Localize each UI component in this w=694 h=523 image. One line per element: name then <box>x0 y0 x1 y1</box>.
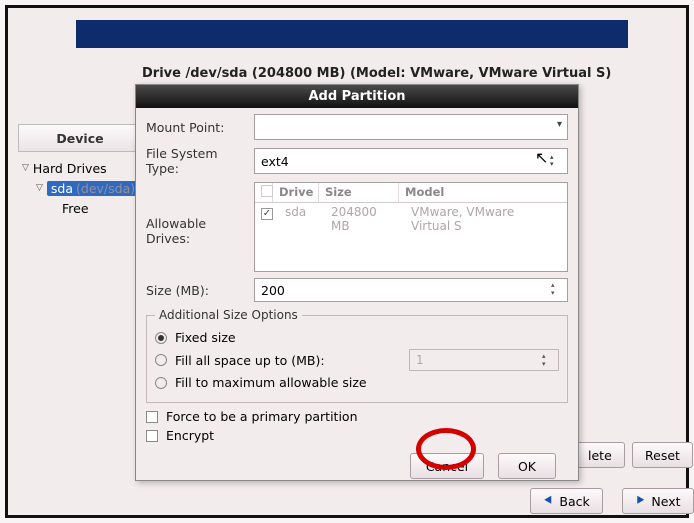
size-mb-label: Size (MB): <box>146 283 254 298</box>
col-model: Model <box>399 183 567 202</box>
spinner-icon: ▴▾ <box>542 352 555 368</box>
back-button[interactable]: ⯇ Back <box>530 488 603 514</box>
device-tree[interactable]: ▽ Hard Drives ▽ sda(dev/sda) Free <box>18 152 142 218</box>
device-tree-panel: Device ▽ Hard Drives ▽ sda(dev/sda) Free <box>18 124 142 218</box>
drive-model: VMware, VMware Virtual S <box>405 205 561 233</box>
fs-type-combo[interactable]: ext4 ▴▾ <box>254 148 568 174</box>
radio-icon[interactable] <box>155 332 167 344</box>
radio-fill-up-to[interactable]: Fill all space up to (MB): 1 ▴▾ <box>155 349 559 371</box>
radio-fixed-size[interactable]: Fixed size <box>155 330 559 345</box>
fill-up-to-input[interactable]: 1 ▴▾ <box>409 349 559 371</box>
delete-button[interactable]: lete <box>575 442 625 468</box>
add-partition-dialog: Add Partition Mount Point: ▾ File System… <box>135 84 579 481</box>
tree-row-free[interactable]: Free <box>18 198 142 218</box>
tree-label-selected: sda(dev/sda) <box>47 181 139 196</box>
tree-label: Free <box>62 201 89 216</box>
device-col-header: Device <box>18 124 142 152</box>
back-label: Back <box>559 494 589 509</box>
radio-icon[interactable] <box>155 354 167 366</box>
drive-row-sda[interactable]: ✓ sda 204800 MB VMware, VMware Virtual S <box>255 203 567 235</box>
chevron-down-icon[interactable]: ▾ <box>557 119 562 130</box>
spinner-icon[interactable]: ▴▾ <box>551 281 564 297</box>
expand-icon[interactable]: ▽ <box>36 183 43 193</box>
spinner-icon[interactable]: ▴▾ <box>550 151 564 171</box>
allowable-drives-label: Allowable Drives: <box>146 182 254 246</box>
cancel-button[interactable]: Cancel <box>410 453 484 479</box>
reset-button[interactable]: Reset <box>632 442 693 468</box>
checkbox-label: Encrypt <box>166 428 214 443</box>
radio-icon[interactable] <box>155 377 167 389</box>
installer-header-bar <box>76 20 628 48</box>
size-mb-input[interactable]: 200 ▴▾ <box>254 278 568 302</box>
arrow-left-icon: ⯇ <box>543 494 553 509</box>
additional-size-options-group: Additional Size Options Fixed size Fill … <box>146 308 568 403</box>
drive-checkbox[interactable]: ✓ <box>261 208 273 220</box>
aso-legend: Additional Size Options <box>155 308 302 322</box>
drive-summary-line: Drive /dev/sda (204800 MB) (Model: VMwar… <box>142 66 611 81</box>
size-mb-value: 200 <box>261 283 285 298</box>
tree-row-sda[interactable]: ▽ sda(dev/sda) <box>18 178 142 198</box>
checkbox-encrypt[interactable]: Encrypt <box>146 428 568 443</box>
checkbox-icon[interactable] <box>146 411 158 423</box>
arrow-right-icon: ⯈ <box>635 494 645 509</box>
dialog-title: Add Partition <box>136 85 578 108</box>
tree-label: Hard Drives <box>33 161 107 176</box>
col-drive: Drive <box>273 183 319 202</box>
next-label: Next <box>651 494 680 509</box>
checkbox-icon[interactable] <box>146 430 158 442</box>
drive-name: sda <box>279 205 325 233</box>
ok-button[interactable]: OK <box>498 453 556 479</box>
allowable-drives-table[interactable]: Drive Size Model ✓ sda 204800 MB VMware,… <box>254 182 568 272</box>
checkbox-primary-partition[interactable]: Force to be a primary partition <box>146 409 568 424</box>
drives-table-header: Drive Size Model <box>255 183 567 203</box>
col-check <box>255 183 273 202</box>
radio-fill-max[interactable]: Fill to maximum allowable size <box>155 375 559 390</box>
next-button[interactable]: ⯈ Next <box>622 488 694 514</box>
tree-row-hard-drives[interactable]: ▽ Hard Drives <box>18 158 142 178</box>
mount-point-label: Mount Point: <box>146 120 254 135</box>
fs-type-value: ext4 <box>261 154 289 169</box>
col-size: Size <box>319 183 399 202</box>
fs-type-label: File System Type: <box>146 146 254 176</box>
drive-size: 204800 MB <box>325 205 405 233</box>
mount-point-combo[interactable]: ▾ <box>254 114 568 140</box>
fill-up-value: 1 <box>416 353 424 367</box>
radio-label: Fill to maximum allowable size <box>175 375 367 390</box>
radio-label: Fill all space up to (MB): <box>175 353 325 368</box>
checkbox-label: Force to be a primary partition <box>166 409 358 424</box>
expand-icon[interactable]: ▽ <box>22 163 29 173</box>
radio-label: Fixed size <box>175 330 236 345</box>
